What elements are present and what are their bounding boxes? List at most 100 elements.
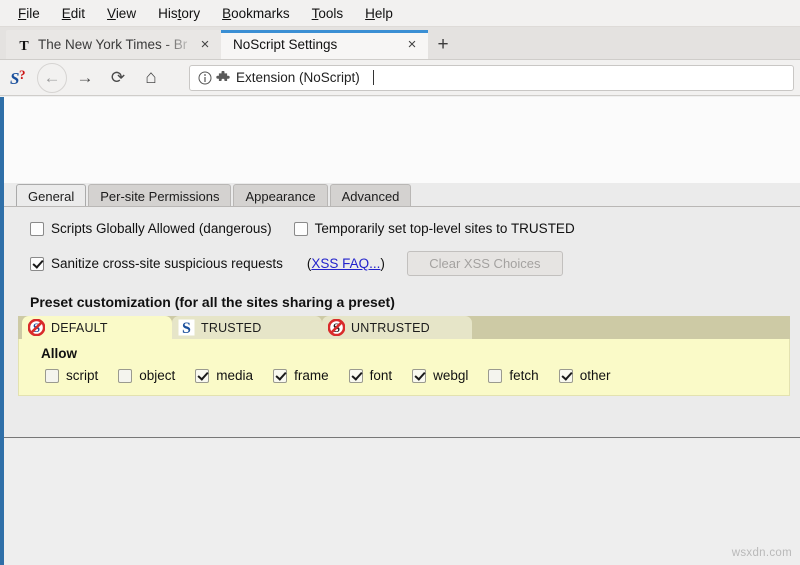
tab-close-icon[interactable]: × [197, 37, 213, 53]
tab-title: NoScript Settings [233, 37, 338, 52]
capability-frame-checkbox[interactable] [273, 368, 288, 383]
preset-tab-untrusted-label: UNTRUSTED [351, 320, 430, 335]
svg-text:?: ? [19, 68, 26, 82]
preset-tab-trusted[interactable]: S TRUSTED [172, 316, 322, 339]
capability-fetch[interactable]: fetch [488, 368, 539, 383]
menu-item-history[interactable]: History [148, 3, 210, 24]
info-icon[interactable] [198, 71, 212, 85]
capability-script-label: script [66, 368, 99, 383]
home-button[interactable]: ⌂ [136, 63, 166, 93]
preset-panel-default: Allow script object media frame font web… [18, 339, 790, 396]
capability-script-checkbox[interactable] [45, 368, 59, 383]
url-bar[interactable]: Extension (NoScript) [189, 64, 794, 91]
svg-text:T: T [19, 39, 29, 52]
menu-item-view[interactable]: View [97, 3, 146, 24]
capability-object[interactable]: object [118, 368, 175, 383]
menu-item-file[interactable]: File [8, 3, 50, 24]
new-tab-button[interactable]: + [428, 30, 458, 59]
capability-other-checkbox[interactable] [558, 368, 573, 383]
menu-bookmarks-post: ookmarks [231, 5, 290, 21]
text-cursor [372, 70, 374, 85]
browser-window: File Edit View History Bookmarks Tools H… [0, 0, 800, 565]
menu-edit-post: dit [70, 5, 86, 21]
xss-options-row: Sanitize cross-site suspicious requests … [4, 251, 800, 276]
capability-font[interactable]: font [348, 368, 393, 383]
capability-media-checkbox[interactable] [195, 368, 210, 383]
capability-webgl-label: webgl [433, 368, 469, 383]
capability-other-label: other [579, 368, 611, 383]
sanitize-requests-checkbox[interactable] [30, 256, 44, 271]
scripts-globally-allowed-checkbox[interactable] [30, 221, 44, 236]
menu-item-edit[interactable]: Edit [52, 3, 95, 24]
nyt-gothic-t-icon: T [16, 37, 31, 52]
menu-history-post: ory [181, 5, 201, 21]
watermark: wsxdn.com [731, 547, 792, 559]
sanitize-requests-label: Sanitize cross-site suspicious requests [51, 256, 283, 271]
tab-title: The New York Times - Br [38, 37, 188, 52]
capability-webgl-checkbox[interactable] [412, 368, 427, 383]
capability-font-label: font [369, 368, 393, 383]
options-tab-underline [4, 206, 800, 207]
preset-tab-untrusted[interactable]: S UNTRUSTED [322, 316, 472, 339]
menu-item-bookmarks[interactable]: Bookmarks [212, 3, 300, 24]
capability-font-checkbox[interactable] [348, 368, 363, 383]
tab-per-site-permissions-label: Per-site Permissions [100, 188, 220, 204]
back-button[interactable]: ← [37, 62, 67, 93]
options-tab-strip: General Per-site Permissions Appearance … [4, 183, 800, 207]
capability-frame-label: frame [294, 368, 329, 383]
capability-object-label: object [139, 368, 176, 383]
menu-item-help[interactable]: Help [355, 3, 403, 24]
temporarily-trusted-checkbox[interactable] [293, 221, 308, 236]
general-tab-panel: Scripts Globally Allowed (dangerous) Tem… [4, 207, 800, 396]
capability-fetch-label: fetch [509, 368, 539, 383]
tab-bar: T The New York Times - Br × NoScript Set… [0, 27, 800, 60]
menu-item-tools[interactable]: Tools [302, 3, 354, 24]
reload-button[interactable]: ⟳ [103, 63, 133, 93]
url-icon-group [198, 70, 231, 85]
noscript-blue-s-icon: S [178, 319, 195, 336]
noscript-blocked-blue-s-icon: S [28, 319, 45, 336]
menu-file-accel: F [18, 5, 27, 21]
capability-media[interactable]: media [195, 368, 253, 383]
tab-general-label: General [28, 188, 75, 204]
menu-history-pre: His [158, 5, 178, 21]
tab-advanced[interactable]: Advanced [329, 184, 412, 207]
tab-per-site-permissions[interactable]: Per-site Permissions [88, 184, 232, 207]
xss-faq-suffix: ) [380, 256, 385, 271]
capability-media-label: media [216, 368, 254, 383]
noscript-options-page: General Per-site Permissions Appearance … [4, 97, 800, 438]
tab-appearance[interactable]: Appearance [233, 184, 328, 207]
noscript-logo[interactable]: S ? [6, 65, 32, 91]
tab-close-icon[interactable]: × [404, 37, 420, 53]
noscript-blocked-dark-s-icon: S [328, 319, 345, 336]
clear-xss-choices-button[interactable]: Clear XSS Choices [406, 251, 563, 276]
menu-help-accel: H [365, 5, 375, 21]
menu-bar: File Edit View History Bookmarks Tools H… [0, 0, 800, 27]
menu-tools-post: ools [318, 5, 344, 21]
forward-button[interactable]: → [70, 63, 100, 93]
menu-edit-accel: E [61, 5, 71, 21]
tab-general[interactable]: General [16, 184, 87, 207]
tab-advanced-label: Advanced [341, 188, 400, 204]
capabilities-row: script object media frame font webgl fet… [19, 368, 789, 383]
url-text: Extension (NoScript) [236, 70, 360, 85]
preset-tab-default[interactable]: S DEFAULT [22, 316, 172, 339]
preset-customization-block: S DEFAULT S [4, 316, 800, 396]
menu-view-post: iew [115, 5, 137, 21]
preset-tab-trusted-label: TRUSTED [201, 320, 262, 335]
temporarily-trusted-label: Temporarily set top-level sites to TRUST… [314, 221, 575, 236]
capability-webgl[interactable]: webgl [412, 368, 468, 383]
tab-new-york-times[interactable]: T The New York Times - Br × [6, 30, 221, 59]
menu-help-post: elp [374, 5, 393, 21]
preset-customization-title: Preset customization (for all the sites … [30, 294, 395, 310]
puzzle-piece-icon [216, 70, 231, 85]
preset-tab-default-label: DEFAULT [51, 320, 108, 335]
capability-frame[interactable]: frame [273, 368, 329, 383]
xss-faq-link[interactable]: XSS FAQ... [311, 256, 380, 271]
capability-fetch-checkbox[interactable] [488, 368, 503, 383]
capability-script[interactable]: script [45, 368, 98, 383]
capability-object-checkbox[interactable] [118, 368, 133, 383]
tab-noscript-settings[interactable]: NoScript Settings × [221, 30, 428, 59]
capability-other[interactable]: other [558, 368, 611, 383]
tab-appearance-label: Appearance [245, 188, 316, 204]
